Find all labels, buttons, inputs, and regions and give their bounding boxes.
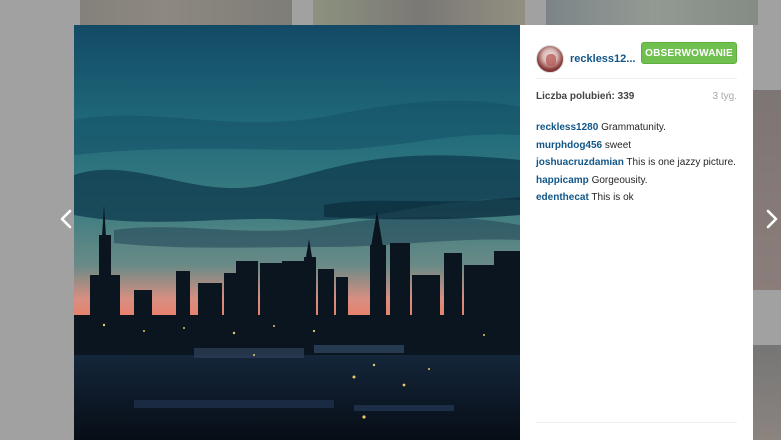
comment-username[interactable]: edenthecat [536, 192, 589, 203]
post-photo[interactable] [74, 25, 520, 440]
comment-text: This is one jazzy picture. [626, 157, 736, 168]
likes-count[interactable]: Liczba polubień: 339 [536, 91, 634, 102]
comment: happicamp Gorgeousity. [536, 172, 746, 190]
next-post-button[interactable] [764, 207, 780, 231]
comment-username[interactable]: reckless1280 [536, 122, 598, 133]
comment: murphdog456 sweet [536, 137, 746, 155]
avatar[interactable] [536, 44, 564, 73]
comment-username[interactable]: murphdog456 [536, 140, 602, 151]
post-time[interactable]: 3 tyg. [713, 91, 737, 102]
skyline-image [74, 25, 520, 440]
chevron-right-icon [766, 209, 778, 229]
comment-text: Grammatunity. [601, 122, 666, 133]
comment-list: reckless1280 Grammatunity. murphdog456 s… [536, 119, 746, 207]
chevron-left-icon [60, 209, 72, 229]
post-modal: reckless12... OBSERWOWANIE Liczba polubi… [74, 25, 753, 440]
post-author-link[interactable]: reckless12... [570, 53, 635, 65]
comment: joshuacruzdamian This is one jazzy pictu… [536, 154, 746, 172]
comment: edenthecat This is ok [536, 189, 746, 207]
comment-username[interactable]: joshuacruzdamian [536, 157, 624, 168]
post-stats: Liczba polubień: 339 3 tyg. [536, 91, 737, 102]
comment-username[interactable]: happicamp [536, 175, 589, 186]
follow-button[interactable]: OBSERWOWANIE [641, 42, 737, 64]
comment-text: sweet [604, 139, 632, 151]
post-details-panel: reckless12... OBSERWOWANIE Liczba polubi… [520, 25, 753, 440]
comment: reckless1280 Grammatunity. [536, 119, 746, 137]
previous-post-button[interactable] [58, 207, 74, 231]
post-header: reckless12... OBSERWOWANIE [536, 39, 737, 79]
comment-text: Gorgeousity. [591, 174, 648, 186]
comment-text: This is ok [591, 192, 634, 203]
comment-divider [536, 422, 737, 423]
